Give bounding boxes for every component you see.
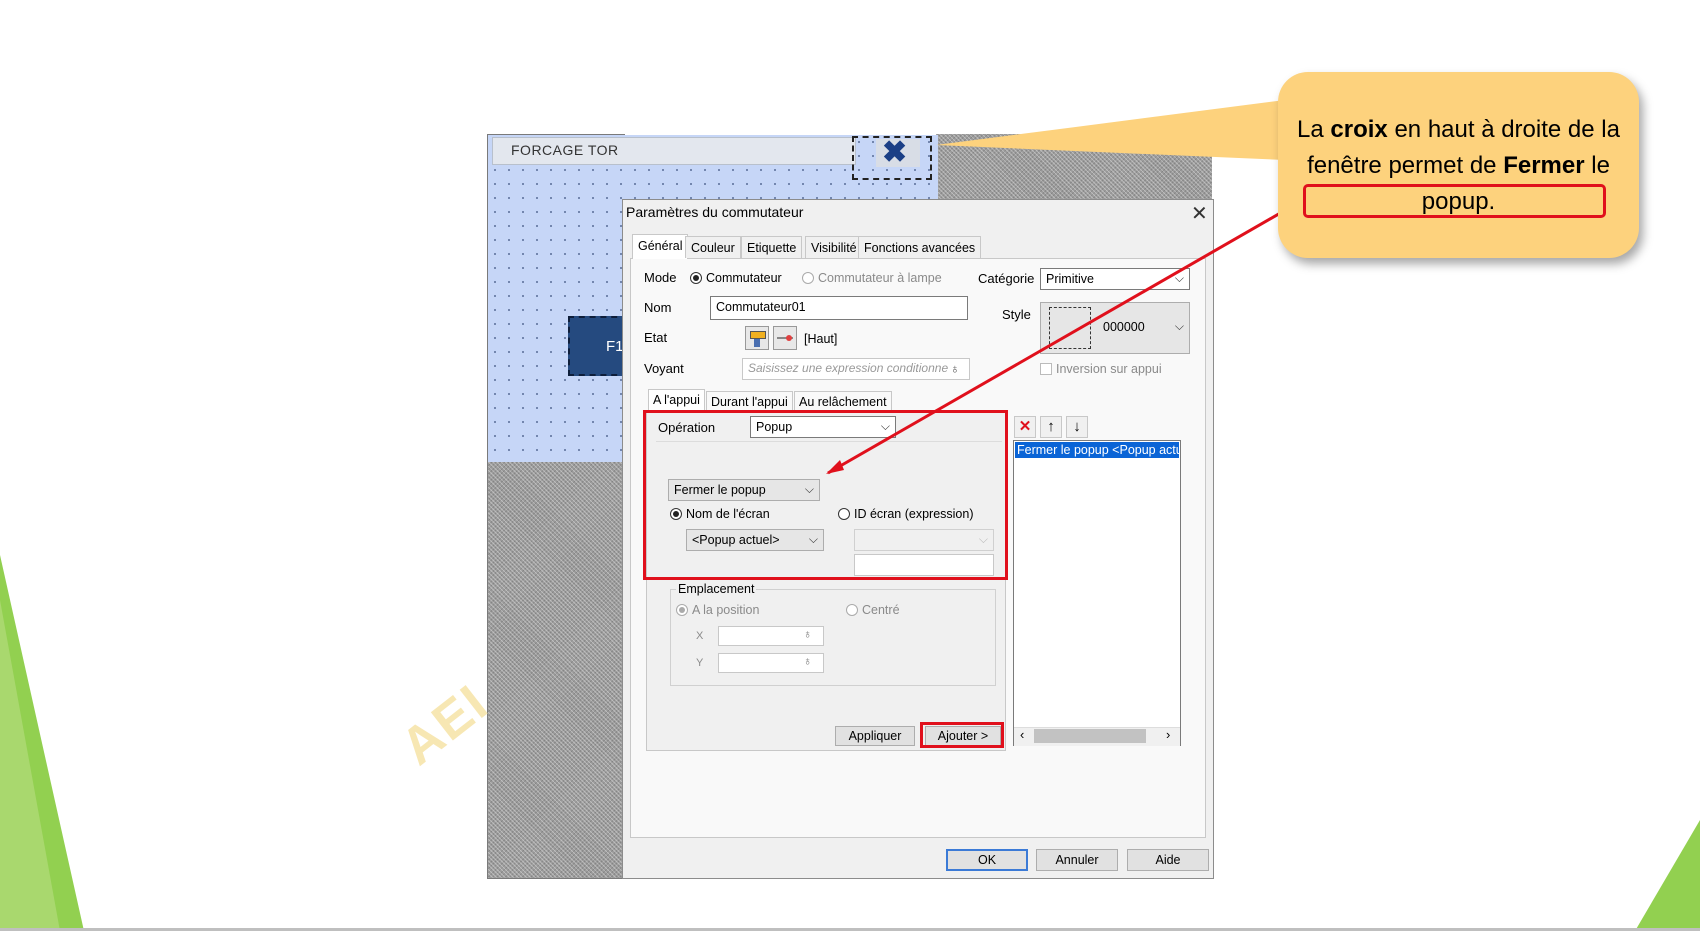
arrow-head-icon <box>826 460 844 474</box>
arrow-line <box>827 198 1304 475</box>
callout-highlight-box <box>1303 184 1606 218</box>
callout-bold-fermer: Fermer <box>1503 152 1585 179</box>
callout-bold-croix: croix <box>1330 116 1388 143</box>
callout-text-part1: La <box>1297 116 1331 143</box>
callout-pointer <box>936 100 1285 160</box>
